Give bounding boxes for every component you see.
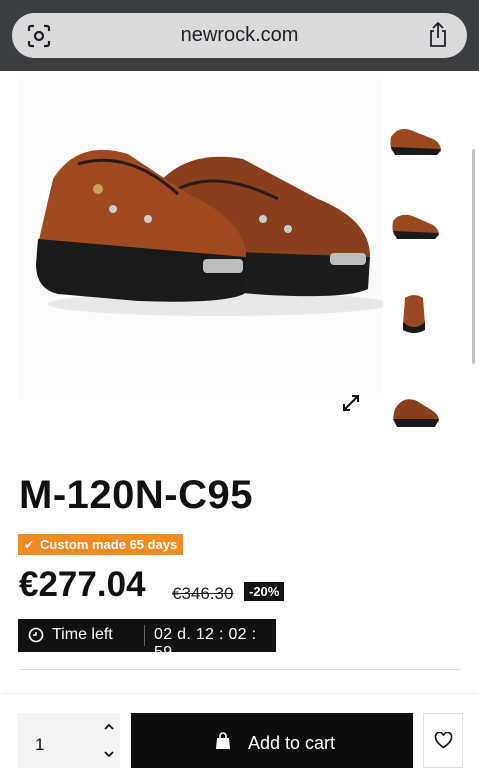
add-to-cart-label: Add to cart [248,733,336,753]
share-icon[interactable] [426,22,450,48]
timer-label: Time left [52,626,113,643]
shoe-side-thumb[interactable] [385,195,443,251]
url-text[interactable]: newrock.com [12,24,467,47]
wishlist-button[interactable] [423,713,463,768]
shopping-bag-icon [216,732,230,749]
quantity-stepper[interactable]: 1 [18,713,120,768]
shoes-illustration [36,149,388,316]
custom-made-badge: ✔ Custom made 65 days [18,534,184,555]
shoe-front-thumb[interactable] [385,284,443,340]
quantity-value[interactable]: 1 [35,735,44,755]
address-bar[interactable]: newrock.com [12,13,467,58]
main-product-image[interactable] [18,79,388,399]
badge-label: Custom made 65 days [40,537,178,552]
check-icon: ✔ [24,538,35,552]
product-gallery [0,71,479,446]
discount-badge: -20% [244,582,285,601]
purchase-bar: 1 Add to cart [0,695,479,768]
old-price: €346.30 [172,584,234,603]
shoe-pair-thumb[interactable] [385,109,443,165]
clock-icon [28,627,44,643]
chevron-down-icon[interactable] [103,748,115,760]
current-price: €277.04 [19,565,146,604]
chevron-up-icon[interactable] [103,721,115,733]
timer-countdown: 02 d. 12 : 02 : 59 [154,626,257,661]
heart-icon [434,732,453,749]
browser-bar: newrock.com [0,0,479,71]
countdown-timer: Time left 02 d. 12 : 02 : 59 [18,619,276,661]
divider-line [19,669,460,670]
add-to-cart-button[interactable]: Add to cart [131,713,413,768]
gallery-scrollbar[interactable] [472,149,475,364]
shoe-back-thumb[interactable] [385,381,443,437]
expand-icon[interactable] [342,394,360,412]
timer-divider [144,625,145,646]
product-title: M-120N-C95 [19,473,253,517]
